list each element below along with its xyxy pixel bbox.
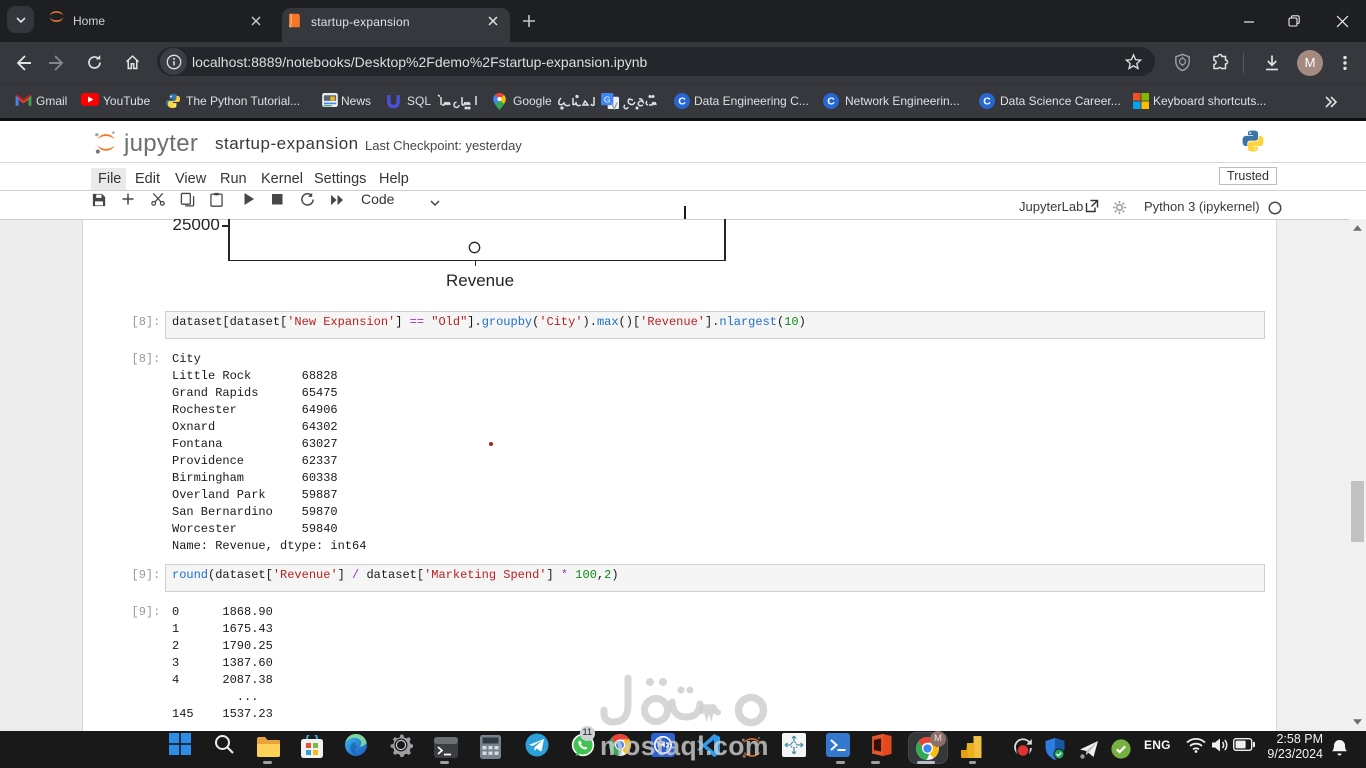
svg-text:C: C [678,96,686,108]
svg-text:mostaql.com: mostaql.com [600,731,769,761]
svg-text:C: C [983,96,991,108]
svg-text:C: C [827,96,835,108]
svg-text:G: G [604,94,611,104]
